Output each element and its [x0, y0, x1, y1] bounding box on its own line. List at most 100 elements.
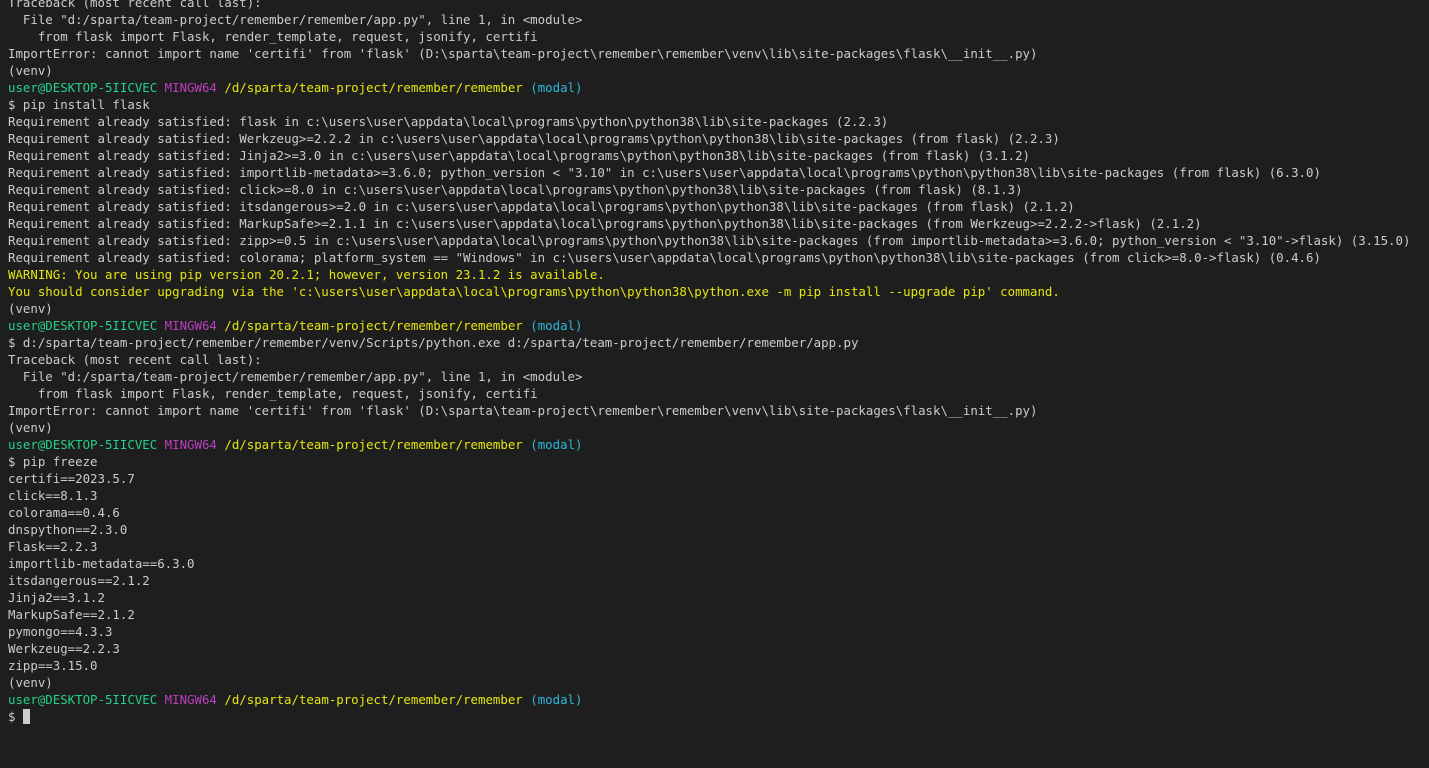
output-text: pymongo==4.3.3: [8, 624, 113, 639]
output-text: Requirement already satisfied: itsdanger…: [8, 199, 1075, 214]
user-host-label: user@DESKTOP-5IICVEC: [8, 692, 158, 707]
output-text: File "d:/sparta/team-project/remember/re…: [8, 369, 583, 384]
output-text: importlib-metadata==6.3.0: [8, 556, 195, 571]
output-text: from flask import Flask, render_template…: [8, 386, 538, 401]
output-text: ImportError: cannot import name 'certifi…: [8, 403, 1038, 418]
output-text: zipp==3.15.0: [8, 658, 98, 673]
output-text: Requirement already satisfied: MarkupSaf…: [8, 216, 1202, 231]
warning-text: You should consider upgrading via the 'c…: [8, 284, 1060, 299]
terminal-line: $ pip install flask: [8, 96, 1429, 113]
git-branch-label: (modal): [530, 437, 583, 452]
cwd-path-label: /d/sparta/team-project/remember/remember: [224, 437, 523, 452]
terminal-line: user@DESKTOP-5IICVEC MINGW64 /d/sparta/t…: [8, 79, 1429, 96]
terminal-line: Requirement already satisfied: importlib…: [8, 164, 1429, 181]
terminal-line: importlib-metadata==6.3.0: [8, 555, 1429, 572]
terminal-line: $ d:/sparta/team-project/remember/rememb…: [8, 334, 1429, 351]
terminal-line: itsdangerous==2.1.2: [8, 572, 1429, 589]
terminal-line: Requirement already satisfied: colorama;…: [8, 249, 1429, 266]
output-text: dnspython==2.3.0: [8, 522, 128, 537]
output-text: (venv): [8, 301, 53, 316]
terminal-line: Requirement already satisfied: Werkzeug>…: [8, 130, 1429, 147]
shell-name-label: MINGW64: [164, 692, 217, 707]
output-text: File "d:/sparta/team-project/remember/re…: [8, 12, 583, 27]
terminal-line: from flask import Flask, render_template…: [8, 28, 1429, 45]
user-host-label: user@DESKTOP-5IICVEC: [8, 80, 158, 95]
output-text: colorama==0.4.6: [8, 505, 120, 520]
terminal-line: (venv): [8, 674, 1429, 691]
terminal-input-line[interactable]: $: [8, 708, 1429, 725]
output-text: Requirement already satisfied: importlib…: [8, 165, 1321, 180]
terminal-line: Traceback (most recent call last):: [8, 351, 1429, 368]
output-text: certifi==2023.5.7: [8, 471, 135, 486]
shell-name-label: MINGW64: [164, 80, 217, 95]
terminal-line: dnspython==2.3.0: [8, 521, 1429, 538]
terminal-line: File "d:/sparta/team-project/remember/re…: [8, 368, 1429, 385]
output-text: Requirement already satisfied: colorama;…: [8, 250, 1321, 265]
output-text: Werkzeug==2.2.3: [8, 641, 120, 656]
output-text: $ pip freeze: [8, 454, 98, 469]
terminal-line: user@DESKTOP-5IICVEC MINGW64 /d/sparta/t…: [8, 436, 1429, 453]
terminal-line: from flask import Flask, render_template…: [8, 385, 1429, 402]
terminal-line: WARNING: You are using pip version 20.2.…: [8, 266, 1429, 283]
git-branch-label: (modal): [530, 692, 583, 707]
output-text: ImportError: cannot import name 'certifi…: [8, 46, 1038, 61]
terminal-lines: Traceback (most recent call last): File …: [8, 0, 1429, 708]
user-host-label: user@DESKTOP-5IICVEC: [8, 437, 158, 452]
git-branch-label: (modal): [530, 80, 583, 95]
output-text: Traceback (most recent call last):: [8, 352, 262, 367]
terminal-line: user@DESKTOP-5IICVEC MINGW64 /d/sparta/t…: [8, 317, 1429, 334]
output-text: Requirement already satisfied: Werkzeug>…: [8, 131, 1060, 146]
output-text: Jinja2==3.1.2: [8, 590, 105, 605]
terminal-line: Requirement already satisfied: itsdanger…: [8, 198, 1429, 215]
cwd-path-label: /d/sparta/team-project/remember/remember: [224, 80, 523, 95]
terminal-line: Requirement already satisfied: click>=8.…: [8, 181, 1429, 198]
terminal-line: File "d:/sparta/team-project/remember/re…: [8, 11, 1429, 28]
output-text: (venv): [8, 63, 53, 78]
terminal-line: (venv): [8, 62, 1429, 79]
output-text: Requirement already satisfied: Jinja2>=3…: [8, 148, 1030, 163]
warning-text: WARNING: You are using pip version 20.2.…: [8, 267, 605, 282]
terminal-line: pymongo==4.3.3: [8, 623, 1429, 640]
terminal-line: Requirement already satisfied: flask in …: [8, 113, 1429, 130]
output-text: MarkupSafe==2.1.2: [8, 607, 135, 622]
terminal-line: Flask==2.2.3: [8, 538, 1429, 555]
text-cursor: [22, 709, 30, 724]
terminal-line: Traceback (most recent call last):: [8, 0, 1429, 11]
terminal-line: certifi==2023.5.7: [8, 470, 1429, 487]
output-text: Requirement already satisfied: flask in …: [8, 114, 889, 129]
shell-name-label: MINGW64: [164, 437, 217, 452]
shell-name-label: MINGW64: [164, 318, 217, 333]
output-text: $ pip install flask: [8, 97, 150, 112]
output-text: (venv): [8, 420, 53, 435]
terminal-line: colorama==0.4.6: [8, 504, 1429, 521]
terminal-line: (venv): [8, 419, 1429, 436]
cwd-path-label: /d/sparta/team-project/remember/remember: [224, 318, 523, 333]
output-text: Flask==2.2.3: [8, 539, 98, 554]
output-text: from flask import Flask, render_template…: [8, 29, 538, 44]
output-text: Requirement already satisfied: click>=8.…: [8, 182, 1023, 197]
git-branch-label: (modal): [530, 318, 583, 333]
terminal-line: ImportError: cannot import name 'certifi…: [8, 45, 1429, 62]
terminal-line: $ pip freeze: [8, 453, 1429, 470]
terminal-line: You should consider upgrading via the 'c…: [8, 283, 1429, 300]
terminal-line: Jinja2==3.1.2: [8, 589, 1429, 606]
shell-prompt: $: [8, 709, 23, 724]
terminal-line: Requirement already satisfied: Jinja2>=3…: [8, 147, 1429, 164]
terminal-line: ImportError: cannot import name 'certifi…: [8, 402, 1429, 419]
terminal-line: user@DESKTOP-5IICVEC MINGW64 /d/sparta/t…: [8, 691, 1429, 708]
output-text: Requirement already satisfied: zipp>=0.5…: [8, 233, 1411, 248]
output-text: $ d:/sparta/team-project/remember/rememb…: [8, 335, 859, 350]
cwd-path-label: /d/sparta/team-project/remember/remember: [224, 692, 523, 707]
output-text: Traceback (most recent call last):: [8, 0, 262, 10]
terminal-line: Requirement already satisfied: zipp>=0.5…: [8, 232, 1429, 249]
output-text: click==8.1.3: [8, 488, 98, 503]
terminal-line: (venv): [8, 300, 1429, 317]
terminal-line: Requirement already satisfied: MarkupSaf…: [8, 215, 1429, 232]
terminal-output[interactable]: Traceback (most recent call last): File …: [0, 0, 1429, 768]
output-text: itsdangerous==2.1.2: [8, 573, 150, 588]
terminal-line: zipp==3.15.0: [8, 657, 1429, 674]
